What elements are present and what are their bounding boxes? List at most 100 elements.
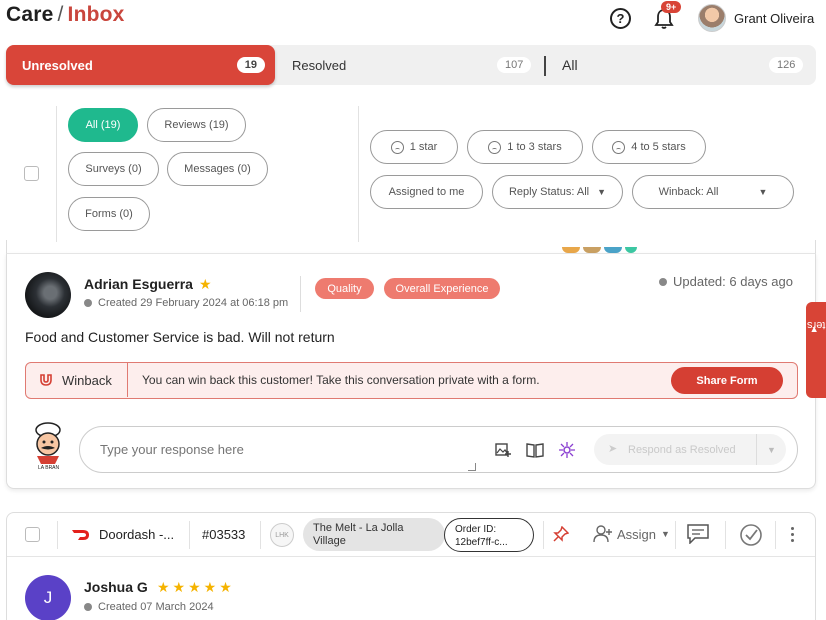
tab-unresolved[interactable]: Unresolved 19 <box>6 45 275 85</box>
filter-reviews[interactable]: Reviews (19) <box>147 108 246 142</box>
winback-banner: Winback You can win back this customer! … <box>25 362 798 399</box>
sad-face-icon <box>488 140 502 154</box>
order-label: Order ID: <box>455 524 497 535</box>
filter-panel: All (19) Reviews (19) Surveys (0) Messag… <box>6 100 816 242</box>
tab-count: 107 <box>497 57 532 73</box>
created-meta: Created 29 February 2024 at 06:18 pm <box>84 297 288 309</box>
tab-count: 19 <box>236 57 265 73</box>
filter-messages[interactable]: Messages (0) <box>167 152 268 186</box>
winback-magnet-icon <box>40 374 52 386</box>
more-options-icon[interactable] <box>791 527 795 543</box>
filters-side-tab[interactable]: ▸ Filters <box>806 302 826 398</box>
winback-dropdown[interactable]: Winback: All ▼ <box>632 175 794 209</box>
breadcrumb-root[interactable]: Care <box>6 3 54 26</box>
book-icon[interactable] <box>526 441 544 459</box>
chevron-down-icon: ▼ <box>758 187 768 197</box>
divider <box>57 521 58 549</box>
divider <box>260 521 261 549</box>
divider <box>127 363 128 397</box>
smile-face-icon <box>612 140 626 154</box>
ticket-number: #03533 <box>202 527 246 542</box>
tab-label: Unresolved <box>22 57 93 73</box>
ai-sparkle-icon[interactable] <box>558 441 576 459</box>
review-card-toolbar: Doordash -... #03533 LHK The Melt - La J… <box>7 513 815 557</box>
filter-assigned-to-me[interactable]: Assigned to me <box>370 175 483 209</box>
star-rating: ★★★★★ <box>157 579 235 595</box>
divider <box>543 521 544 549</box>
select-all-checkbox[interactable] <box>24 166 39 181</box>
breadcrumb-separator: / <box>57 3 64 26</box>
filter-1-star[interactable]: 1 star <box>370 130 458 164</box>
send-icon: ➤ <box>608 443 618 455</box>
review-card: Adrian Esguerra ★ Created 29 February 20… <box>6 253 816 489</box>
tab-resolved[interactable]: Resolved 107 <box>292 45 532 85</box>
status-tabs: Unresolved 19 Resolved 107 All 126 <box>6 45 816 85</box>
customer-avatar <box>25 272 71 318</box>
assign-label: Assign <box>617 526 657 542</box>
winback-message: You can win back this customer! Take thi… <box>142 373 540 387</box>
row-checkbox[interactable] <box>25 527 40 542</box>
clock-icon <box>659 277 667 286</box>
divider <box>675 521 676 549</box>
chevron-down-icon: ▼ <box>597 187 606 197</box>
divider <box>300 276 301 312</box>
doordash-logo-icon <box>72 530 89 540</box>
tab-divider <box>544 56 546 76</box>
tab-label: Resolved <box>292 57 347 73</box>
svg-text:LA BRAN: LA BRAN <box>38 465 60 470</box>
tag-overall-experience[interactable]: Overall Experience <box>384 278 500 299</box>
order-id-pill[interactable]: Order ID: 12bef7ff-c... <box>444 518 534 552</box>
clock-icon <box>84 603 92 611</box>
breadcrumb-current: Inbox <box>67 3 125 26</box>
chat-bubble-icon[interactable] <box>687 524 709 544</box>
order-id: 12bef7ff-c... <box>455 537 508 548</box>
divider <box>358 106 359 242</box>
reply-status-dropdown[interactable]: Reply Status: All ▼ <box>492 175 623 209</box>
chevron-down-icon: ▼ <box>661 529 670 539</box>
tab-label: All <box>562 57 578 73</box>
sad-face-icon <box>390 140 404 154</box>
divider <box>725 521 726 549</box>
customer-avatar: J <box>25 575 71 620</box>
add-image-icon[interactable] <box>494 441 512 459</box>
scrolled-row-edge <box>6 240 816 254</box>
dropdown-label: Winback: All <box>658 186 719 198</box>
assign-button[interactable]: Assign ▼ <box>593 525 670 543</box>
filter-1-to-3-stars[interactable]: 1 to 3 stars <box>467 130 583 164</box>
resize-handle[interactable] <box>468 463 476 471</box>
location-avatar: LHK <box>270 523 294 547</box>
updated-meta: Updated: 6 days ago <box>659 274 793 289</box>
breadcrumb: Care / Inbox <box>6 3 125 27</box>
filter-label: 1 to 3 stars <box>507 141 562 153</box>
clock-icon <box>84 299 92 307</box>
resolve-check-icon[interactable] <box>739 523 763 547</box>
location-pill[interactable]: The Melt - La Jolla Village <box>303 518 445 551</box>
response-input[interactable] <box>100 442 460 457</box>
tab-all[interactable]: All 126 <box>562 45 804 85</box>
filter-forms[interactable]: Forms (0) <box>68 197 150 231</box>
share-form-button[interactable]: Share Form <box>671 367 783 394</box>
filter-surveys[interactable]: Surveys (0) <box>68 152 159 186</box>
user-name[interactable]: Grant Oliveira <box>734 11 814 26</box>
filter-label: 1 star <box>409 141 438 153</box>
pin-icon[interactable] <box>553 526 569 542</box>
customer-name: Adrian Esguerra <box>84 276 193 292</box>
help-circle-icon[interactable]: ? <box>610 8 631 29</box>
chevron-down-icon[interactable]: ▼ <box>756 434 786 465</box>
filters-label: ▸ Filters <box>807 319 826 332</box>
filter-all[interactable]: All (19) <box>68 108 138 142</box>
respond-as-resolved-button[interactable]: ➤ Respond as Resolved ▼ <box>594 434 786 465</box>
filter-4-to-5-stars[interactable]: 4 to 5 stars <box>592 130 706 164</box>
review-text: Food and Customer Service is bad. Will n… <box>25 329 335 345</box>
divider <box>56 106 57 242</box>
winback-label: Winback <box>62 373 112 388</box>
star-icon: ★ <box>199 276 212 292</box>
created-text: Created 29 February 2024 at 06:18 pm <box>98 297 289 309</box>
created-text: Created 07 March 2024 <box>98 601 214 613</box>
source-name: Doordash -... <box>99 527 175 542</box>
tag-quality[interactable]: Quality <box>315 278 374 299</box>
tab-count: 126 <box>769 57 804 73</box>
dropdown-label: Reply Status: All <box>508 186 590 198</box>
add-user-icon <box>593 525 612 543</box>
user-avatar[interactable] <box>698 4 726 32</box>
